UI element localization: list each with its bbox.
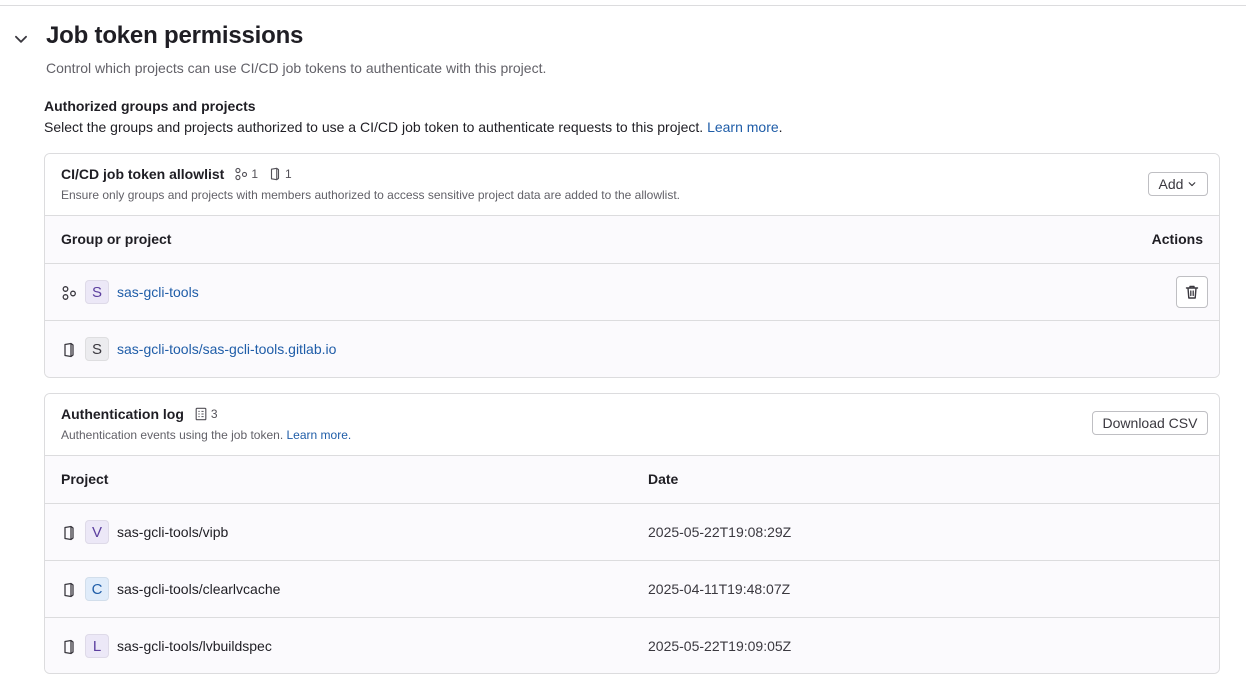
group-icon: [235, 167, 248, 181]
table-row: L sas-gcli-tools/lvbuildspec 2025-05-22T…: [45, 618, 1219, 673]
auth-log-title: Authentication log: [61, 406, 184, 422]
auth-log-title-row: Authentication log 3: [61, 406, 218, 422]
auth-log-subtitle-text: Authentication events using the job toke…: [61, 428, 284, 442]
avatar: S: [85, 337, 109, 361]
col-project: Project: [61, 471, 109, 487]
auth-log-subtitle: Authentication events using the job toke…: [61, 428, 351, 442]
col-date: Date: [648, 471, 679, 487]
project-count-badge: 1: [268, 167, 292, 181]
table-row: C sas-gcli-tools/clearlvcache 2025-04-11…: [45, 561, 1219, 618]
collapse-chevron-icon[interactable]: [12, 30, 30, 48]
project-icon: [64, 342, 74, 358]
add-button-label: Add: [1158, 176, 1184, 192]
log-project-name: sas-gcli-tools/lvbuildspec: [117, 638, 272, 654]
group-count: 1: [251, 167, 259, 181]
col-actions: Actions: [1151, 231, 1203, 247]
project-count: 1: [285, 167, 292, 181]
log-project-name: sas-gcli-tools/clearlvcache: [117, 581, 281, 597]
allowlist-row-link[interactable]: sas-gcli-tools/sas-gcli-tools.gitlab.io: [117, 341, 336, 357]
authorized-description: Select the groups and projects authorize…: [44, 119, 783, 135]
learn-more-link[interactable]: Learn more: [707, 119, 779, 135]
allowlist-title: CI/CD job token allowlist: [61, 166, 225, 182]
period: .: [778, 119, 783, 135]
auth-log-table-header: Project Date: [45, 456, 1219, 504]
group-count-badge: 1: [234, 167, 258, 181]
add-button[interactable]: Add: [1148, 172, 1208, 196]
group-icon: [62, 286, 76, 300]
log-date: 2025-04-11T19:48:07Z: [648, 581, 791, 597]
col-group-or-project: Group or project: [61, 231, 172, 247]
avatar: V: [85, 520, 109, 544]
auth-log-card: Authentication log 3 Authentication even…: [44, 393, 1220, 674]
learn-more-link[interactable]: Learn more.: [287, 428, 352, 442]
allowlist-table-header: Group or project Actions: [45, 216, 1219, 264]
log-date: 2025-05-22T19:09:05Z: [648, 638, 792, 654]
table-row: S sas-gcli-tools: [45, 264, 1219, 321]
download-csv-button[interactable]: Download CSV: [1092, 411, 1208, 435]
auth-log-header: Authentication log 3 Authentication even…: [45, 394, 1219, 456]
chevron-down-icon: [1189, 182, 1196, 187]
top-divider: [0, 5, 1246, 6]
log-project-name: sas-gcli-tools/vipb: [117, 524, 229, 540]
allowlist-title-row: CI/CD job token allowlist 1 1: [61, 166, 292, 182]
project-icon: [270, 167, 280, 181]
allowlist-card: CI/CD job token allowlist 1 1 Ensure onl…: [44, 153, 1220, 378]
table-row: V sas-gcli-tools/vipb 2025-05-22T19:08:2…: [45, 504, 1219, 561]
authorized-description-text: Select the groups and projects authorize…: [44, 119, 704, 135]
avatar: C: [85, 577, 109, 601]
log-date: 2025-05-22T19:08:29Z: [648, 524, 792, 540]
trash-icon: [1185, 285, 1199, 299]
allowlist-header: CI/CD job token allowlist 1 1 Ensure onl…: [45, 154, 1219, 216]
allowlist-row-link[interactable]: sas-gcli-tools: [117, 284, 199, 300]
project-icon: [64, 525, 74, 541]
avatar: S: [85, 280, 109, 304]
page-title: Job token permissions: [46, 22, 304, 49]
log-count-badge: 3: [194, 407, 218, 421]
project-icon: [64, 639, 74, 655]
delete-button[interactable]: [1176, 276, 1208, 308]
page-description: Control which projects can use CI/CD job…: [46, 60, 547, 76]
log-icon: [195, 407, 207, 421]
allowlist-subtitle: Ensure only groups and projects with mem…: [61, 188, 680, 202]
authorized-heading: Authorized groups and projects: [44, 98, 256, 114]
log-count: 3: [210, 407, 218, 421]
project-icon: [64, 582, 74, 598]
avatar: L: [85, 634, 109, 658]
table-row: S sas-gcli-tools/sas-gcli-tools.gitlab.i…: [45, 321, 1219, 377]
